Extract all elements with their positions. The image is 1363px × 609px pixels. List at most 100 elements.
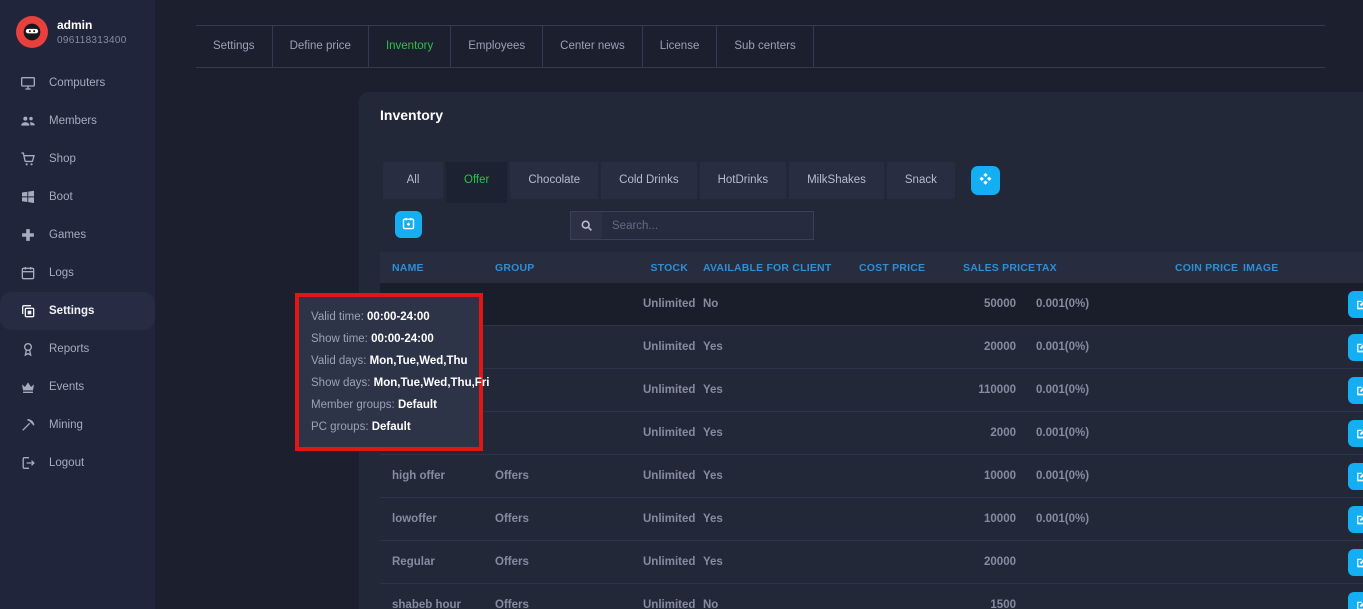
user-name: admin <box>57 18 127 32</box>
inventory-table: NAMEGROUPSTOCKAVAILABLE FOR CLIENTCOST P… <box>380 252 1363 609</box>
edit-icon <box>1355 556 1363 569</box>
sidebar-item-reports[interactable]: Reports <box>0 330 155 368</box>
category-tab-chocolate[interactable]: Chocolate <box>510 162 598 199</box>
category-tab-offer[interactable]: Offer <box>446 162 507 203</box>
table-body: 3h+1UnlimitedNo500000.001(0%)5 hours day… <box>380 283 1363 609</box>
search-icon <box>571 212 602 239</box>
row-actions <box>1348 377 1363 404</box>
edit-icon <box>1355 384 1363 397</box>
edit-button[interactable] <box>1348 549 1363 576</box>
edit-button[interactable] <box>1348 334 1363 361</box>
tab-inventory[interactable]: Inventory <box>369 26 451 67</box>
sidebar-item-games[interactable]: Games <box>0 216 155 254</box>
header-cell-stock: STOCK <box>643 262 703 274</box>
calendar-icon <box>20 265 36 281</box>
sidebar-item-events[interactable]: Events <box>0 368 155 406</box>
tooltip-value: Mon,Tue,Wed,Thu,Fri <box>374 377 490 389</box>
category-tab-cold-drinks[interactable]: Cold Drinks <box>601 162 696 199</box>
edit-button[interactable] <box>1348 291 1363 318</box>
add-inventory-button[interactable] <box>395 211 422 238</box>
cell-sales: 20000 <box>963 341 1020 353</box>
offer-details-tooltip: Valid time: 00:00-24:00Show time: 00:00-… <box>295 293 483 451</box>
manage-categories-button[interactable] <box>971 166 1000 195</box>
layers-icon <box>20 303 36 319</box>
tooltip-value: Default <box>398 399 437 411</box>
cell-group: Offers <box>495 599 643 609</box>
cell-name: shabeb hour <box>380 599 495 609</box>
search-input[interactable] <box>602 212 813 239</box>
edit-button[interactable] <box>1348 592 1363 609</box>
cell-stock: Unlimited <box>643 384 703 396</box>
table-row[interactable]: high offerOffersUnlimitedYes100000.001(0… <box>380 455 1363 498</box>
tooltip-label: Show days: <box>311 377 374 389</box>
sidebar-item-members[interactable]: Members <box>0 102 155 140</box>
page-title: Inventory <box>380 107 443 123</box>
header-cell-cost-price: COST PRICE <box>859 262 963 274</box>
category-tab-snack[interactable]: Snack <box>887 162 955 199</box>
table-row[interactable]: 5h+2UnlimitedYes1100000.001(0%) <box>380 369 1363 412</box>
inventory-panel: Inventory AllOfferChocolateCold DrinksHo… <box>359 92 1363 609</box>
tab-employees[interactable]: Employees <box>451 26 543 67</box>
tooltip-label: Valid days: <box>311 355 370 367</box>
category-tab-all[interactable]: All <box>383 162 443 199</box>
tooltip-label: Show time: <box>311 333 371 345</box>
tooltip-row: Valid days: Mon,Tue,Wed,Thu <box>311 350 467 372</box>
table-row[interactable]: lowofferOffersUnlimitedYes100000.001(0%) <box>380 498 1363 541</box>
sidebar-item-settings[interactable]: Settings <box>0 292 155 330</box>
sidebar-item-logs[interactable]: Logs <box>0 254 155 292</box>
tab-define-price[interactable]: Define price <box>273 26 369 67</box>
edit-button[interactable] <box>1348 420 1363 447</box>
tab-sub-centers[interactable]: Sub centers <box>717 26 813 67</box>
user-profile[interactable]: admin 096118313400 <box>0 0 155 48</box>
page: admin 096118313400 Computers Members Shop B… <box>0 0 1363 609</box>
edit-button[interactable] <box>1348 506 1363 533</box>
tooltip-label: PC groups: <box>311 421 372 433</box>
row-actions <box>1348 420 1363 447</box>
sidebar-item-shop[interactable]: Shop <box>0 140 155 178</box>
cell-sales: 10000 <box>963 470 1020 482</box>
tab-center-news[interactable]: Center news <box>543 26 643 67</box>
sidebar-item-label: Games <box>49 229 86 241</box>
cell-sales: 2000 <box>963 427 1020 439</box>
search-box <box>570 211 814 240</box>
table-header: NAMEGROUPSTOCKAVAILABLE FOR CLIENTCOST P… <box>380 252 1363 283</box>
sidebar-item-label: Reports <box>49 343 89 355</box>
sidebar-item-label: Logout <box>49 457 84 469</box>
table-row[interactable]: RegularOffersUnlimitedYes20000 <box>380 541 1363 584</box>
edit-icon <box>1355 341 1363 354</box>
tab-license[interactable]: License <box>643 26 718 67</box>
edit-button[interactable] <box>1348 463 1363 490</box>
sidebar-item-label: Shop <box>49 153 76 165</box>
header-cell-available-for-client: AVAILABLE FOR CLIENT <box>703 262 859 274</box>
sidebar-item-mining[interactable]: Mining <box>0 406 155 444</box>
sidebar-item-label: Settings <box>49 305 94 317</box>
row-actions <box>1348 592 1363 609</box>
sidebar-item-logout[interactable]: Logout <box>0 444 155 482</box>
table-row[interactable]: shabeb hourOffersUnlimitedNo1500 <box>380 584 1363 609</box>
sidebar-item-label: Events <box>49 381 84 393</box>
row-actions <box>1348 463 1363 490</box>
members-icon <box>20 113 36 129</box>
cell-available: Yes <box>703 556 859 568</box>
cell-sales: 20000 <box>963 556 1020 568</box>
sidebar-item-boot[interactable]: Boot <box>0 178 155 216</box>
category-tab-hotdrinks[interactable]: HotDrinks <box>700 162 786 199</box>
cell-tax: 0.001(0%) <box>1020 470 1175 482</box>
cell-tax: 0.001(0%) <box>1020 384 1175 396</box>
category-tab-milkshakes[interactable]: MilkShakes <box>789 162 884 199</box>
tooltip-value: Mon,Tue,Wed,Thu <box>370 355 468 367</box>
cell-group: Offers <box>495 556 643 568</box>
table-row[interactable]: 5minsUnlimitedYes20000.001(0%) <box>380 412 1363 455</box>
edit-button[interactable] <box>1348 377 1363 404</box>
cell-sales: 10000 <box>963 513 1020 525</box>
edit-icon <box>1355 513 1363 526</box>
sidebar-item-label: Boot <box>49 191 73 203</box>
table-row[interactable]: 5 hours day tUnlimitedYes200000.001(0%) <box>380 326 1363 369</box>
cell-name: high offer <box>380 470 495 482</box>
edit-icon <box>1355 599 1363 609</box>
table-row[interactable]: 3h+1UnlimitedNo500000.001(0%) <box>380 283 1363 326</box>
sidebar-item-computers[interactable]: Computers <box>0 64 155 102</box>
tab-settings[interactable]: Settings <box>196 26 273 67</box>
sidebar: admin 096118313400 Computers Members Shop B… <box>0 0 155 609</box>
sidebar-item-label: Members <box>49 115 97 127</box>
